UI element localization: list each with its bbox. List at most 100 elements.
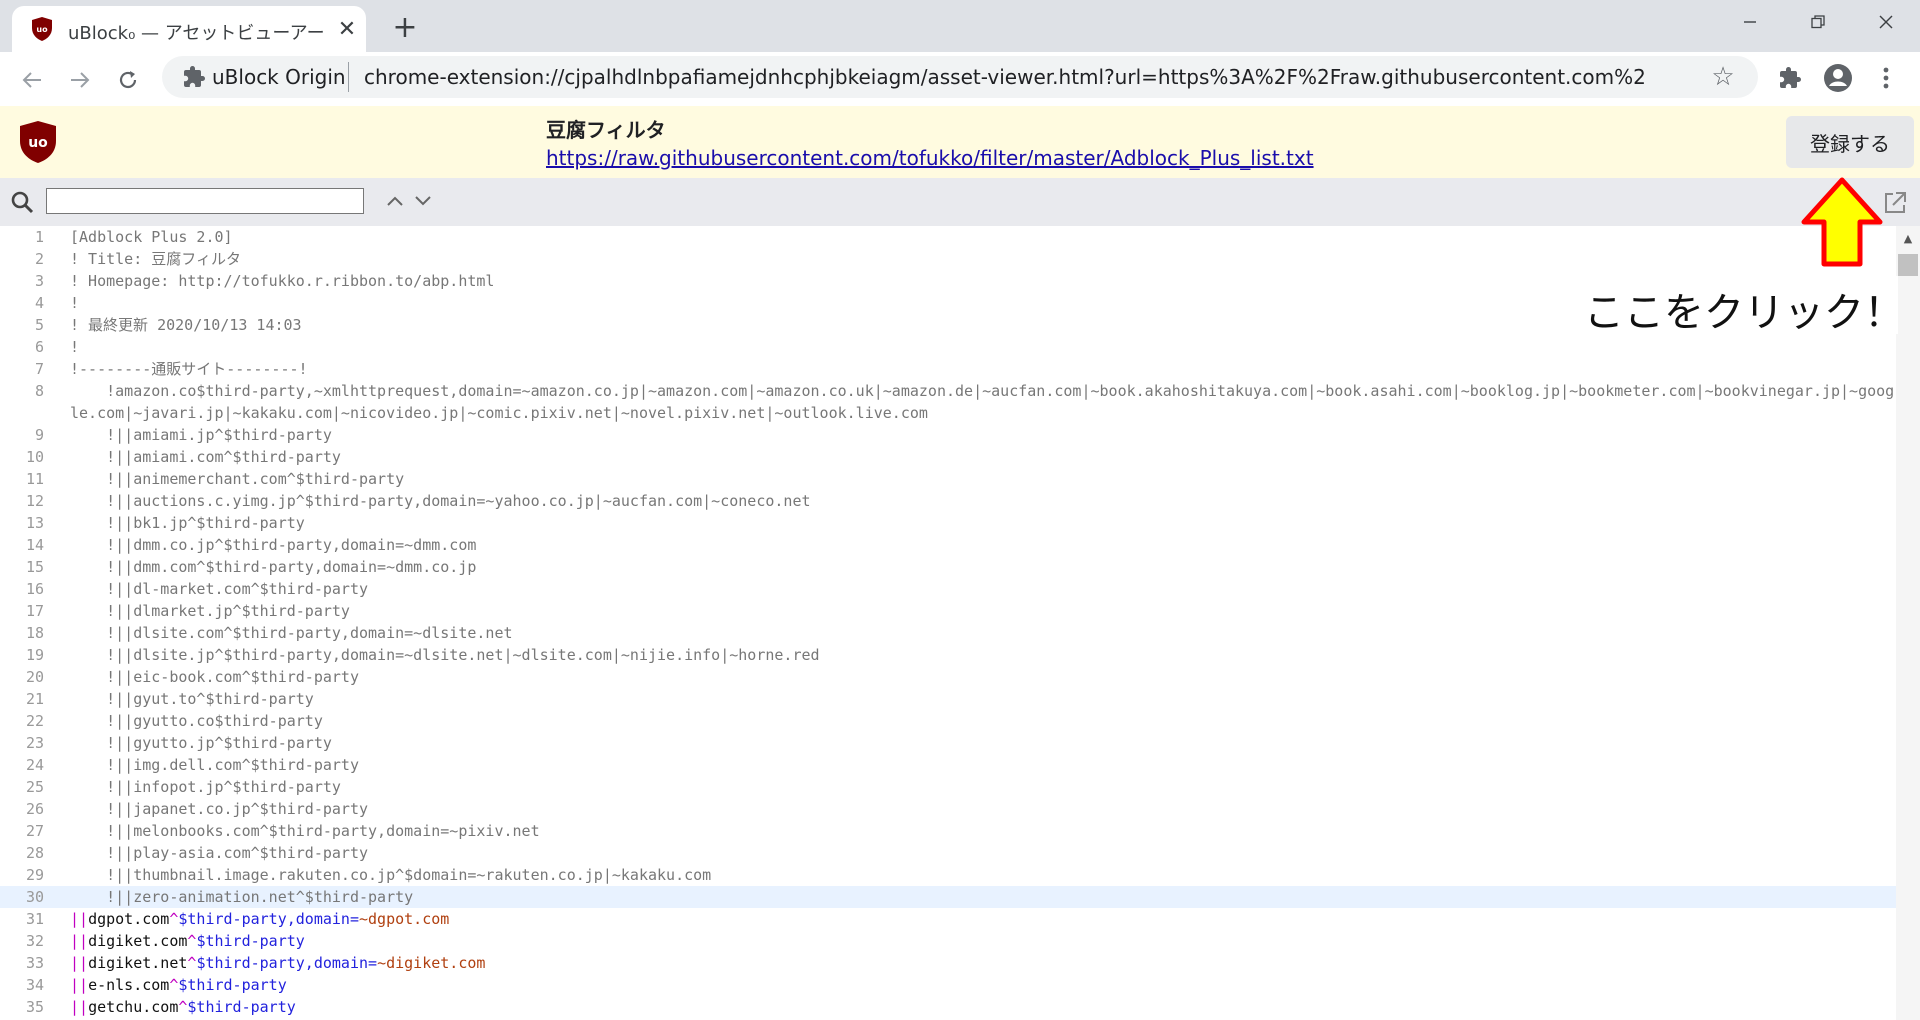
restore-icon[interactable] (1784, 0, 1852, 44)
code-line[interactable]: 15 !||dmm.com^$third-party,domain=~dmm.c… (0, 556, 1896, 578)
line-number: 27 (25, 822, 44, 840)
scroll-up-arrow-icon[interactable]: ▲ (1902, 232, 1914, 245)
code-line[interactable]: 31 ||dgpot.com^$third-party,domain=~dgpot… (0, 908, 1896, 930)
code-line[interactable]: 20 !||eic-book.com^$third-party (0, 666, 1896, 688)
extensions-icon[interactable] (1774, 62, 1806, 94)
tab-close-icon[interactable]: ✕ (332, 14, 362, 44)
line-text: ||e-nls.com^$third-party (70, 974, 1896, 996)
syntax-token: ~digiket.com (377, 954, 486, 972)
address-bar[interactable]: uBlock Origin chrome-extension://cjpalhd… (162, 56, 1758, 98)
code-line[interactable]: 8 !amazon.co$third-party,~xmlhttprequest… (0, 380, 1896, 424)
code-line[interactable]: 23 !||gyutto.jp^$third-party (0, 732, 1896, 754)
browser-tab[interactable]: uo uBlock₀ — アセットビューアー ✕ (12, 6, 366, 52)
code-line[interactable]: 24 !||img.dell.com^$third-party (0, 754, 1896, 776)
line-number: 9 (34, 426, 44, 444)
code-line[interactable]: 35 ||getchu.com^$third-party (0, 996, 1896, 1018)
search-icon (11, 191, 34, 214)
vertical-scrollbar[interactable] (1896, 226, 1920, 1020)
code-line[interactable]: 34 ||e-nls.com^$third-party (0, 974, 1896, 996)
line-text: !||img.dell.com^$third-party (70, 756, 359, 774)
code-line[interactable]: 30 !||zero-animation.net^$third-party (0, 886, 1896, 908)
code-line[interactable]: 29 !||thumbnail.image.rakuten.co.jp^$dom… (0, 864, 1896, 886)
code-line[interactable]: 1 [Adblock Plus 2.0] (0, 226, 1896, 248)
syntax-token: e-nls.com (88, 976, 170, 994)
code-line[interactable]: 18 !||dlsite.com^$third-party,domain=~dl… (0, 622, 1896, 644)
line-number: 18 (25, 624, 44, 642)
line-number: 13 (25, 514, 44, 532)
find-previous-chevron-up-icon[interactable] (384, 190, 406, 212)
find-next-chevron-down-icon[interactable] (412, 190, 434, 212)
subscribe-button[interactable]: 登録する (1786, 116, 1914, 168)
line-text: !||dlmarket.jp^$third-party (70, 602, 350, 620)
line-text: !||gyut.to^$third-party (70, 690, 314, 708)
line-number: 5 (34, 316, 44, 334)
menu-kebab-icon[interactable] (1870, 62, 1902, 94)
line-text: !||play-asia.com^$third-party (70, 844, 369, 862)
forward-icon[interactable] (62, 62, 98, 98)
syntax-token: getchu.com (88, 998, 179, 1016)
line-number: 20 (25, 668, 44, 686)
filter-list-title: 豆腐フィルタ (546, 118, 666, 142)
syntax-token: digiket.net (88, 954, 188, 972)
new-tab-button[interactable]: + (388, 10, 422, 45)
extension-site-label: uBlock Origin (212, 65, 346, 89)
scrollbar-thumb[interactable] (1898, 254, 1918, 276)
line-text: !||dmm.co.jp^$third-party,domain=~dmm.co… (70, 536, 477, 554)
syntax-token: || (70, 954, 89, 972)
line-number: 2 (34, 250, 44, 268)
filter-list-url-link[interactable]: https://raw.githubusercontent.com/tofukk… (546, 146, 1314, 170)
code-line[interactable]: 9 !||amiami.jp^$third-party (0, 424, 1896, 446)
code-line[interactable]: 17 !||dlmarket.jp^$third-party (0, 600, 1896, 622)
code-line[interactable]: 7 !--------通販サイト--------! (0, 358, 1896, 380)
line-number: 17 (25, 602, 44, 620)
line-number: 19 (25, 646, 44, 664)
search-input[interactable] (46, 188, 364, 214)
line-text: ||getchu.com^$third-party (70, 996, 1896, 1018)
code-line[interactable]: 28 !||play-asia.com^$third-party (0, 842, 1896, 864)
code-line[interactable]: 33 ||digiket.net^$third-party,domain=~dig… (0, 952, 1896, 974)
find-bar (0, 178, 1920, 226)
line-number: 28 (25, 844, 44, 862)
line-text: ||digiket.com^$third-party (70, 930, 1896, 952)
line-text: !||dlsite.jp^$third-party,domain=~dlsite… (70, 646, 820, 664)
open-external-icon[interactable] (1882, 190, 1908, 216)
line-text: !||animemerchant.com^$third-party (70, 470, 405, 488)
line-text: !||japanet.co.jp^$third-party (70, 800, 369, 818)
line-number: 3 (34, 272, 44, 290)
line-text: !||infopot.jp^$third-party (70, 778, 341, 796)
filter-list-code-viewer[interactable]: 1 [Adblock Plus 2.0] 2! Title: 豆腐フィルタ 3! Ho… (0, 226, 1896, 1020)
code-line[interactable]: 6! (0, 336, 1896, 358)
code-line[interactable]: 21 !||gyut.to^$third-party (0, 688, 1896, 710)
line-number: 23 (25, 734, 44, 752)
code-line[interactable]: 2 ! Title: 豆腐フィルタ (0, 248, 1896, 270)
code-line[interactable]: 22 !||gyutto.co$third-party (0, 710, 1896, 732)
profile-avatar-icon[interactable] (1822, 62, 1854, 94)
code-line[interactable]: 19 !||dlsite.jp^$third-party,domain=~dls… (0, 644, 1896, 666)
code-line[interactable]: 25 !||infopot.jp^$third-party (0, 776, 1896, 798)
bookmark-star-icon[interactable]: ☆ (1708, 62, 1738, 92)
line-text: !||auctions.c.yimg.jp^$third-party,domai… (70, 492, 811, 510)
code-line[interactable]: 16 !||dl-market.com^$third-party (0, 578, 1896, 600)
code-line[interactable]: 13 !||bk1.jp^$third-party (0, 512, 1896, 534)
code-line[interactable]: 14 !||dmm.co.jp^$third-party,domain=~dmm… (0, 534, 1896, 556)
line-number: 35 (25, 998, 44, 1016)
reload-icon[interactable] (110, 62, 146, 98)
code-line[interactable]: 26 !||japanet.co.jp^$third-party (0, 798, 1896, 820)
code-line[interactable]: 12 !||auctions.c.yimg.jp^$third-party,do… (0, 490, 1896, 512)
back-icon[interactable] (14, 62, 50, 98)
syntax-token: $third-party (178, 976, 287, 994)
close-window-icon[interactable] (1852, 0, 1920, 44)
line-number: 22 (25, 712, 44, 730)
minimize-icon[interactable] (1716, 0, 1784, 44)
code-line[interactable]: 32 ||digiket.com^$third-party (0, 930, 1896, 952)
line-text: !||melonbooks.com^$third-party,domain=~p… (70, 822, 540, 840)
url-text[interactable]: chrome-extension://cjpalhdlnbpafiamejdnh… (364, 65, 1644, 89)
ublock-logo-icon: uo (20, 121, 56, 163)
svg-text:uo: uo (36, 25, 48, 34)
tab-title: uBlock₀ — アセットビューアー (68, 23, 325, 44)
line-number: 33 (25, 954, 44, 972)
code-line[interactable]: 11 !||animemerchant.com^$third-party (0, 468, 1896, 490)
code-line[interactable]: 27 !||melonbooks.com^$third-party,domain… (0, 820, 1896, 842)
line-text: !||eic-book.com^$third-party (70, 668, 359, 686)
code-line[interactable]: 10 !||amiami.com^$third-party (0, 446, 1896, 468)
